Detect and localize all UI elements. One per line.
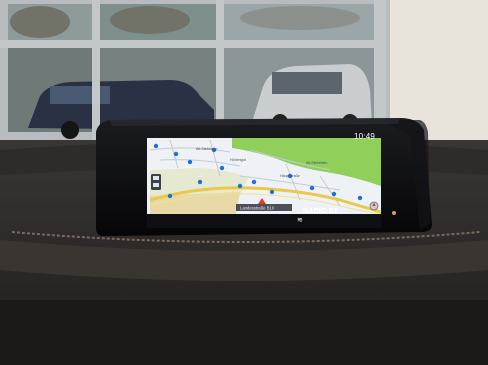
car-infotainment-photo: Alt-Steinheim Hohengut Alt-Steinheim Hau… — [0, 0, 488, 365]
status-strip — [147, 214, 381, 228]
radio-icon: ≋ — [297, 217, 303, 224]
lower-dash — [0, 300, 488, 365]
road-name-banner: Landesstraße B10 — [236, 204, 292, 211]
compass-icon[interactable] — [369, 201, 379, 211]
map-place-label: Hohengut — [230, 158, 246, 162]
map-place-label: Hauptstraße — [280, 174, 300, 178]
map-zoom-control[interactable] — [151, 174, 161, 190]
map-place-label: Alt-Steinheim — [196, 147, 217, 151]
map-place-label: Alt-Steinheim — [306, 161, 327, 165]
road-name-label: Landesstraße B10 — [240, 206, 275, 211]
scene: Alt-Steinheim Hohengut Alt-Steinheim Hau… — [0, 0, 488, 365]
audio-source-label[interactable]: RADIO ST — [303, 208, 338, 215]
indicator-light-icon — [392, 211, 396, 215]
clock: 10:49 — [354, 132, 376, 141]
